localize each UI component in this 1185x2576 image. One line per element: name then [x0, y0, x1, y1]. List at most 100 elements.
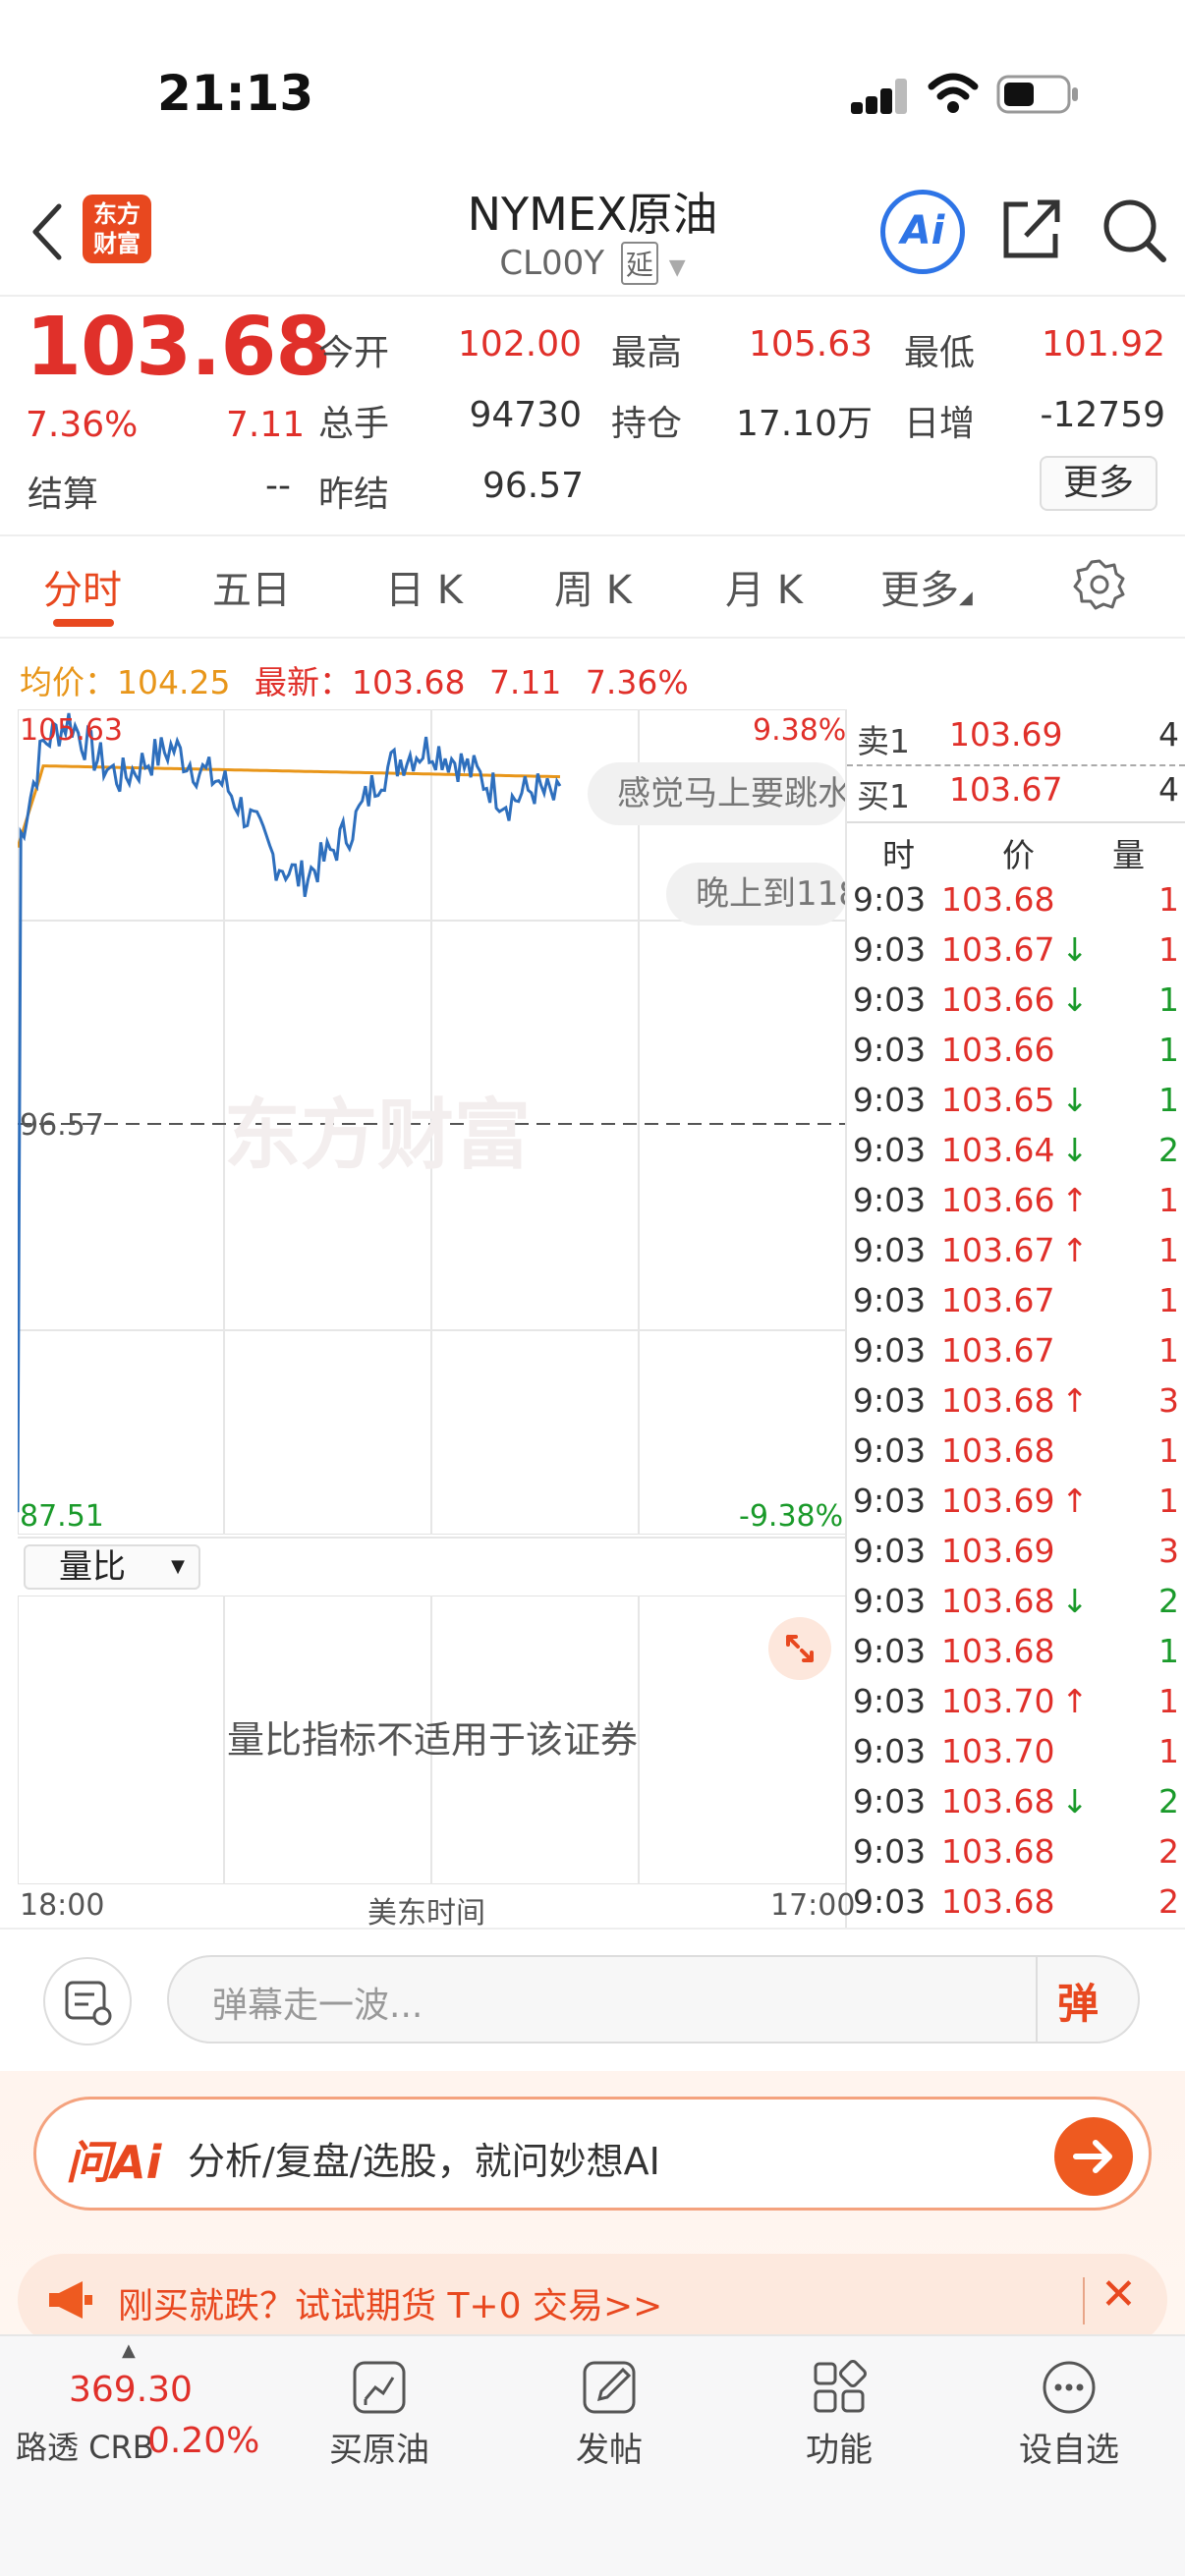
tick-time: 9:03: [853, 930, 927, 969]
tick-time: 9:03: [853, 1882, 927, 1921]
tick-row: 9:03 103.68 2: [847, 1826, 1185, 1876]
volume-label: 总手: [318, 404, 390, 444]
danmaku-bullet[interactable]: 晚上到118: [666, 863, 847, 925]
buy-oil-button[interactable]: 买原油: [281, 2340, 478, 2478]
tab-weekly-k[interactable]: 周 K: [554, 558, 632, 615]
tick-price: 103.66: [941, 1181, 1055, 1219]
index-ticker[interactable]: ▲ 369.30 路透 CRB 0.20%: [0, 2340, 295, 2478]
open-interest-label: 持仓: [611, 404, 683, 444]
ticks-header: 时 价 量: [847, 823, 1185, 874]
up-triangle-icon: ▲: [122, 2340, 136, 2361]
danmaku-input[interactable]: 弹幕走一波... 弹: [167, 1955, 1140, 2044]
daily-change-label: 日增: [904, 404, 976, 444]
tick-price: 103.68: [941, 1632, 1055, 1670]
megaphone-icon: [49, 2281, 92, 2319]
avg-label: 均价：: [20, 663, 117, 701]
index-change: 0.20%: [147, 2421, 260, 2461]
axis-end: 17:00: [770, 1888, 856, 1923]
functions-button[interactable]: 功能: [741, 2340, 937, 2478]
index-value: 369.30: [69, 2370, 193, 2410]
settings-gear-icon[interactable]: [1073, 558, 1126, 611]
tick-price: 103.67: [941, 1231, 1055, 1269]
status-bar: 21:13: [0, 0, 1185, 177]
tick-qty: 2: [1158, 1582, 1179, 1620]
arrow-right-icon[interactable]: [1054, 2117, 1133, 2196]
volume-value: 94730: [469, 395, 582, 435]
tab-monthly-k[interactable]: 月 K: [725, 558, 803, 615]
danmaku-list-icon[interactable]: [43, 1957, 132, 2045]
indicator-message: 量比指标不适用于该证券: [226, 1718, 638, 1762]
tick-row: 9:03 103.65 ↓ 1: [847, 1075, 1185, 1125]
chart-high-label: 105.63: [20, 713, 123, 748]
post-button[interactable]: 发帖: [511, 2340, 707, 2478]
tick-row: 9:03 103.68 1: [847, 1626, 1185, 1676]
danmaku-bullet[interactable]: 感觉马上要跳水: [588, 762, 847, 825]
tick-time: 9:03: [853, 1231, 927, 1269]
tick-qty: 2: [1158, 1131, 1179, 1169]
more-fields-button[interactable]: 更多: [1040, 456, 1157, 511]
tick-row: 9:03 103.70 ↑ 1: [847, 1676, 1185, 1726]
dropdown-caret-icon: ▼: [171, 1556, 185, 1577]
tick-direction: ↓: [1061, 930, 1089, 969]
axis-start: 18:00: [20, 1888, 105, 1923]
danmaku-send-button[interactable]: 弹: [1057, 1971, 1099, 2031]
ai-ask-bar[interactable]: 问Ai 分析/复盘/选股，就问妙想AI: [33, 2097, 1152, 2211]
promo-divider: [1083, 2277, 1085, 2324]
tick-row: 9:03 103.68 ↓ 2: [847, 1576, 1185, 1626]
tab-intraday[interactable]: 分时: [43, 558, 122, 615]
intraday-chart[interactable]: 东方财富: [18, 709, 847, 1535]
tick-time: 9:03: [853, 1682, 927, 1720]
tick-qty: 1: [1158, 1181, 1179, 1219]
add-watchlist-button[interactable]: 设自选: [971, 2340, 1167, 2478]
promo-banner[interactable]: 刚买就跌？试试期货 T+0 交易>> ✕: [18, 2254, 1167, 2346]
col-qty: 量: [1112, 836, 1145, 874]
share-icon[interactable]: [998, 195, 1065, 263]
close-icon[interactable]: ✕: [1100, 2269, 1137, 2320]
more-dots-icon: [1043, 2361, 1096, 2414]
prev-settlement-label: 昨结: [318, 475, 390, 515]
tick-time: 9:03: [853, 1331, 927, 1370]
tick-qty: 1: [1158, 880, 1179, 919]
prev-settlement-value: 96.57: [481, 466, 584, 506]
ai-logo: 问Ai: [66, 2136, 162, 2189]
chart-bottom-divider: [0, 1928, 1185, 1930]
tick-price: 103.67: [941, 1331, 1055, 1370]
ai-button[interactable]: Ai: [880, 190, 965, 274]
tick-price: 103.68: [941, 880, 1055, 919]
tab-daily-k[interactable]: 日 K: [385, 558, 463, 615]
tick-qty: 1: [1158, 1331, 1179, 1370]
delay-badge: 延: [620, 242, 658, 285]
tick-qty: 1: [1158, 1231, 1179, 1269]
tick-time: 9:03: [853, 1181, 927, 1219]
tab-more[interactable]: 更多◢: [880, 558, 973, 615]
last-label: 最新：: [254, 663, 352, 701]
axis-mid: 美东时间: [367, 1896, 485, 1931]
settlement-label: 结算: [28, 475, 99, 515]
tick-price: 103.66: [941, 980, 1055, 1019]
tick-qty: 1: [1158, 1031, 1179, 1069]
tick-time: 9:03: [853, 1131, 927, 1169]
expand-icon[interactable]: [768, 1617, 831, 1680]
tick-direction: ↓: [1061, 1582, 1089, 1620]
tick-price: 103.70: [941, 1732, 1055, 1770]
tick-qty: 1: [1158, 1632, 1179, 1670]
tick-row: 9:03 103.66 ↑ 1: [847, 1175, 1185, 1225]
indicator-select[interactable]: 量比 ▼: [24, 1544, 200, 1590]
col-price: 价: [1002, 836, 1035, 874]
tick-qty: 1: [1158, 1281, 1179, 1319]
tick-time: 9:03: [853, 1431, 927, 1470]
low-value: 101.92: [1042, 324, 1165, 364]
indicator-select-label: 量比: [59, 1547, 126, 1587]
tick-price: 103.68: [941, 1431, 1055, 1470]
tick-row: 9:03 103.67 ↓ 1: [847, 924, 1185, 975]
tick-direction: ↑: [1061, 1381, 1089, 1420]
status-time: 21:13: [157, 65, 314, 122]
search-icon[interactable]: [1100, 196, 1169, 265]
tick-time: 9:03: [853, 1782, 927, 1820]
tick-direction: ↑: [1061, 1181, 1089, 1219]
edit-icon: [583, 2361, 636, 2414]
tick-row: 9:03 103.66 1: [847, 1025, 1185, 1075]
tab-five-day[interactable]: 五日: [212, 558, 291, 615]
tick-price: 103.64: [941, 1131, 1055, 1169]
dropdown-corner-icon: ◢: [959, 588, 973, 608]
